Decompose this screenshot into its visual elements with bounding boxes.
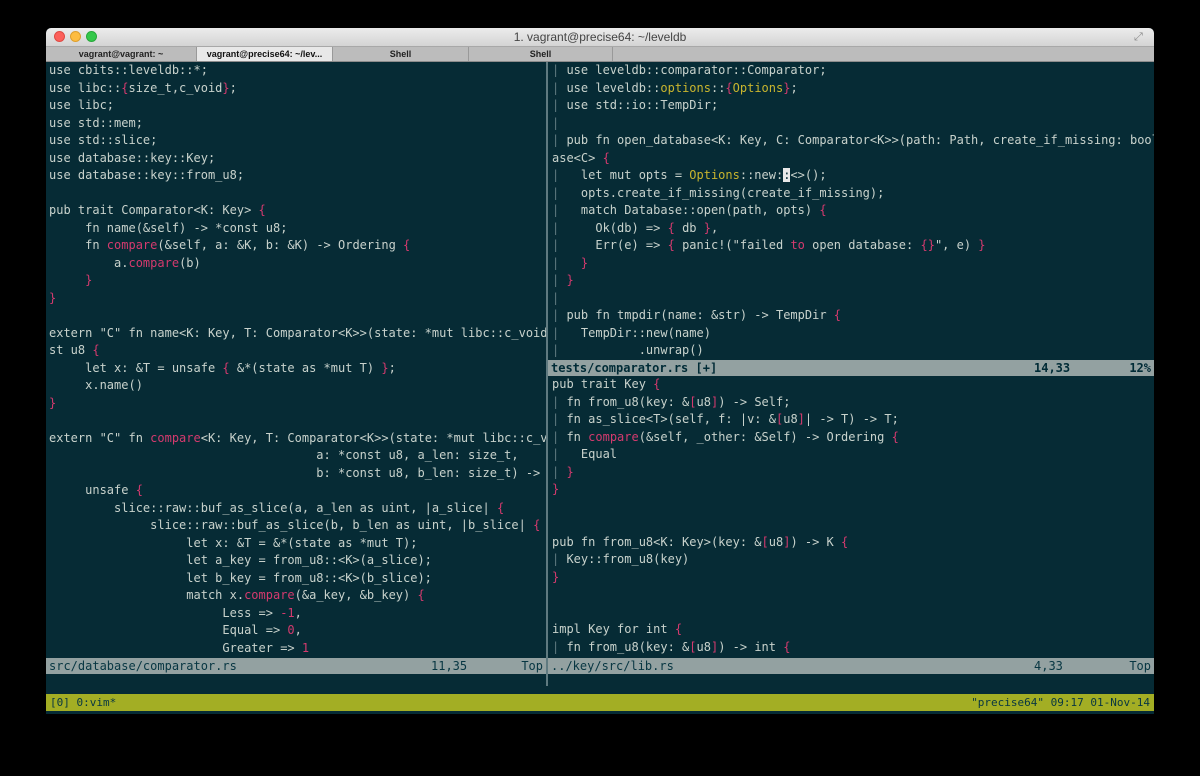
tab-shell-2[interactable]: Shell [469, 47, 613, 61]
code-right-top: | use leveldb::comparator::Comparator; |… [552, 63, 1154, 357]
code-left: use cbits::leveldb::*; use libc::{size_t… [49, 63, 546, 655]
editor-pane-right-top[interactable]: | use leveldb::comparator::Comparator; |… [548, 62, 1154, 360]
status-scroll: 12% [1129, 361, 1151, 375]
status-line-left: src/database/comparator.rs 11,35 Top [46, 658, 546, 674]
tab-bar-empty [613, 47, 1154, 61]
tmux-window-list[interactable]: [0] 0:vim* [50, 694, 116, 711]
status-position: 14,33 [1034, 361, 1071, 375]
status-filename: src/database/comparator.rs [49, 659, 237, 673]
title-bar[interactable]: 1. vagrant@precise64: ~/leveldb ⤢ [46, 28, 1154, 47]
status-position: 11,35 [431, 659, 468, 673]
window-title: 1. vagrant@precise64: ~/leveldb [513, 30, 687, 44]
status-position: 4,33 [1034, 659, 1063, 673]
terminal-window: 1. vagrant@precise64: ~/leveldb ⤢ vagran… [46, 28, 1154, 714]
status-scroll: Top [521, 659, 543, 673]
editor-pane-left[interactable]: use cbits::leveldb::*; use libc::{size_t… [46, 62, 546, 658]
tab-vagrant[interactable]: vagrant@vagrant: ~ [46, 47, 197, 61]
status-line-right-top: tests/comparator.rs [+] 14,33 12% [548, 360, 1154, 376]
fullscreen-icon[interactable]: ⤢ [1134, 31, 1146, 43]
code-right-bottom: pub trait Key { | fn from_u8(key: &[u8])… [552, 377, 899, 658]
status-filename: tests/comparator.rs [+] [551, 361, 718, 375]
tab-precise64[interactable]: vagrant@precise64: ~/lev... [197, 47, 333, 61]
tab-shell-1[interactable]: Shell [333, 47, 469, 61]
tmux-status-bar: [0] 0:vim* "precise64" 09:17 01-Nov-14 [46, 694, 1154, 711]
tmux-host-clock: "precise64" 09:17 01-Nov-14 [971, 696, 1150, 709]
tab-bar: vagrant@vagrant: ~ vagrant@precise64: ~/… [46, 47, 1154, 62]
status-scroll: Top [1129, 659, 1151, 673]
status-filename: ../key/src/lib.rs [551, 659, 674, 673]
editor-pane-right-bottom[interactable]: pub trait Key { | fn from_u8(key: &[u8])… [548, 376, 1154, 658]
status-line-right-bottom: ../key/src/lib.rs 4,33 Top [548, 658, 1154, 674]
